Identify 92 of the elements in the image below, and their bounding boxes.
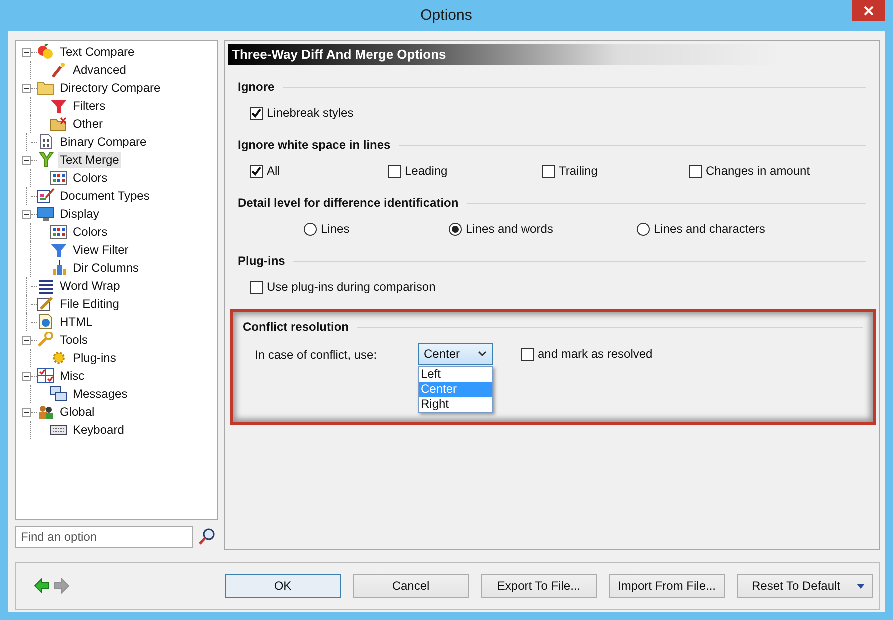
tree-item[interactable]: File Editing bbox=[58, 296, 122, 312]
collapse-toggle[interactable] bbox=[22, 48, 31, 56]
tree-item[interactable]: Display bbox=[58, 206, 102, 222]
window-title: Options bbox=[420, 7, 472, 24]
option-label[interactable]: Linebreak styles bbox=[250, 106, 866, 120]
collapse-toggle[interactable] bbox=[22, 408, 31, 416]
option-label[interactable]: Leading bbox=[388, 164, 542, 178]
fruit-icon bbox=[37, 44, 55, 60]
folder-icon bbox=[37, 80, 55, 96]
group-title: Plug-ins bbox=[238, 254, 286, 268]
checkbox[interactable] bbox=[388, 164, 401, 178]
checkbox[interactable] bbox=[542, 164, 555, 178]
tree-item[interactable]: Colors bbox=[71, 170, 110, 186]
group-title: Ignore white space in lines bbox=[238, 138, 391, 152]
tree-item[interactable]: Word Wrap bbox=[58, 278, 122, 294]
windows-icon bbox=[50, 386, 68, 402]
search-icon[interactable] bbox=[198, 528, 216, 546]
checkmark-grid-icon bbox=[37, 368, 55, 384]
forward-arrow-icon[interactable] bbox=[54, 578, 70, 594]
group-title: Detail level for difference identification bbox=[238, 196, 459, 210]
monitor-icon bbox=[37, 206, 55, 222]
tree-item[interactable]: Global bbox=[58, 404, 97, 420]
checkbox[interactable] bbox=[689, 164, 702, 178]
dialog-button[interactable]: Cancel bbox=[353, 574, 469, 598]
collapse-toggle[interactable] bbox=[22, 210, 31, 218]
caret-icon[interactable] bbox=[856, 584, 866, 590]
collapse-toggle[interactable] bbox=[22, 336, 31, 344]
tree-item[interactable]: HTML bbox=[58, 314, 95, 330]
lines-icon bbox=[37, 278, 55, 294]
checkbox[interactable] bbox=[250, 164, 263, 178]
tree-item[interactable]: Text Compare bbox=[58, 44, 137, 60]
option-label[interactable]: Lines bbox=[304, 222, 449, 236]
tree-item[interactable]: Keyboard bbox=[71, 422, 126, 438]
column-icon bbox=[50, 260, 68, 276]
document-globe-icon bbox=[37, 314, 55, 330]
collapse-toggle[interactable] bbox=[22, 156, 31, 164]
tree-item[interactable]: Dir Columns bbox=[71, 260, 142, 276]
grid-icon bbox=[50, 224, 68, 240]
dialog-button[interactable]: Import From File... bbox=[609, 574, 725, 598]
option-label[interactable]: and mark as resolved bbox=[521, 347, 653, 361]
dropdown-option[interactable]: Right bbox=[419, 397, 492, 412]
funnel-icon bbox=[50, 98, 68, 114]
option-label[interactable]: All bbox=[250, 164, 388, 178]
option-label[interactable]: Trailing bbox=[542, 164, 689, 178]
tree-item[interactable]: Colors bbox=[71, 224, 110, 240]
radio-button[interactable] bbox=[637, 222, 650, 236]
pen-icon bbox=[37, 296, 55, 312]
back-arrow-icon[interactable] bbox=[34, 578, 50, 594]
grid-icon bbox=[50, 170, 68, 186]
option-label[interactable]: Lines and words bbox=[449, 222, 637, 236]
tree-item[interactable]: Filters bbox=[71, 98, 108, 114]
tree-item[interactable]: View Filter bbox=[71, 242, 131, 258]
option-label[interactable]: Use plug-ins during comparison bbox=[250, 280, 866, 294]
conflict-label: In case of conflict, use: bbox=[255, 348, 378, 362]
tree-item[interactable]: Other bbox=[71, 116, 106, 132]
people-icon bbox=[37, 404, 55, 420]
funnel-icon bbox=[50, 242, 68, 258]
tree-item[interactable]: Tools bbox=[58, 332, 90, 348]
group-title: Conflict resolution bbox=[243, 320, 349, 334]
option-label[interactable]: Lines and characters bbox=[637, 222, 866, 236]
group-title: Ignore bbox=[238, 80, 275, 94]
option-label[interactable]: Changes in amount bbox=[689, 164, 866, 178]
dialog-button[interactable]: OK bbox=[225, 574, 341, 598]
gear-icon bbox=[50, 350, 68, 366]
tree-item[interactable]: Text Merge bbox=[58, 152, 122, 168]
caret-icon bbox=[478, 351, 487, 357]
tree-item[interactable]: Plug-ins bbox=[71, 350, 118, 366]
radio-button[interactable] bbox=[449, 222, 462, 236]
dialog-button[interactable]: Export To File... bbox=[481, 574, 597, 598]
wrench-icon bbox=[37, 332, 55, 348]
tree-item[interactable]: Document Types bbox=[58, 188, 152, 204]
checkbox[interactable] bbox=[250, 106, 263, 120]
dropdown-option[interactable]: Left bbox=[419, 367, 492, 382]
tree-item[interactable]: Misc bbox=[58, 368, 87, 384]
folder-icon bbox=[50, 116, 68, 132]
checkbox[interactable] bbox=[250, 280, 263, 294]
tree-item[interactable]: Messages bbox=[71, 386, 130, 402]
close-icon[interactable] bbox=[864, 6, 874, 16]
tree-item[interactable]: Directory Compare bbox=[58, 80, 163, 96]
merge-arrow-icon bbox=[37, 152, 55, 168]
checkbox[interactable] bbox=[521, 348, 534, 360]
tree-item[interactable]: Advanced bbox=[71, 62, 128, 78]
collapse-toggle[interactable] bbox=[22, 372, 31, 380]
dropdown[interactable]: Center bbox=[418, 343, 493, 365]
close-button[interactable] bbox=[852, 0, 885, 21]
radio-button[interactable] bbox=[304, 222, 317, 236]
collapse-toggle[interactable] bbox=[22, 84, 31, 92]
wand-icon bbox=[50, 62, 68, 78]
tree-item[interactable]: Binary Compare bbox=[58, 134, 149, 150]
search-field[interactable]: Find an option bbox=[15, 526, 193, 548]
document-pen-icon bbox=[37, 188, 55, 204]
dialog-button[interactable]: Reset To Default bbox=[737, 574, 873, 598]
